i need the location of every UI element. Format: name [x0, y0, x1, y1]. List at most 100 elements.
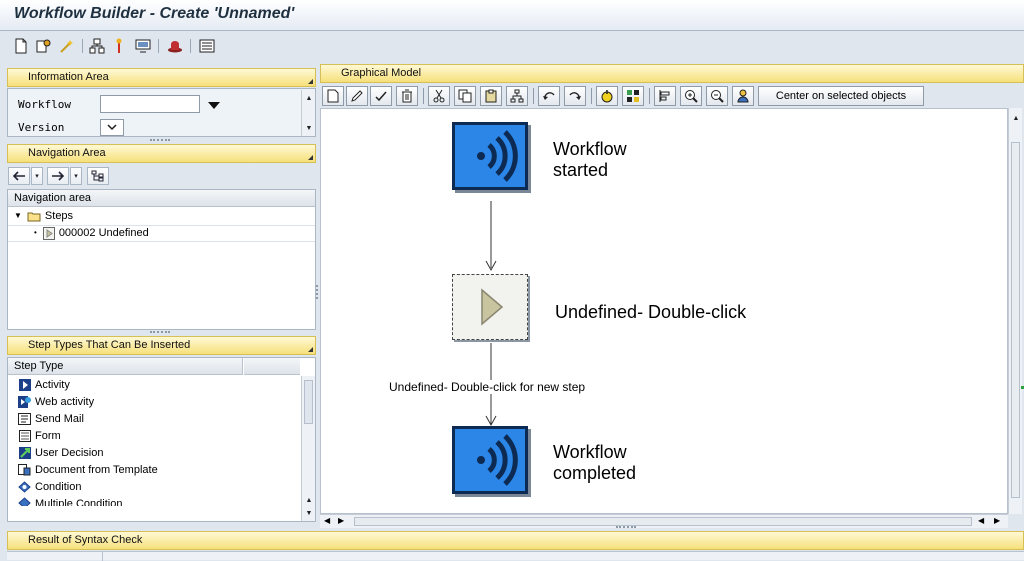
vertical-splitter-grip[interactable] [316, 285, 318, 299]
settings-icon[interactable] [34, 37, 52, 55]
layout-button[interactable] [622, 86, 644, 106]
step-type-label: Condition [35, 481, 82, 493]
information-area-panel: Workflow Version ▲ ▼ [7, 88, 316, 137]
version-select[interactable] [100, 119, 124, 136]
step-types-scrollbar[interactable]: ▲ ▼ [301, 376, 315, 521]
step-type-label: Multiple Condition [35, 498, 123, 506]
zoom-out-button[interactable] [706, 86, 728, 106]
forward-button[interactable] [47, 167, 69, 185]
navigation-area-header[interactable]: Navigation Area [7, 144, 316, 163]
step-type-web-activity[interactable]: Web activity [18, 394, 94, 410]
workflow-end-node[interactable] [452, 426, 528, 494]
title-bar: Workflow Builder - Create 'Unnamed' [0, 0, 1024, 31]
step-type-activity[interactable]: Activity [18, 377, 70, 393]
redo-button[interactable] [564, 86, 586, 106]
tree-label: Steps [44, 210, 74, 222]
scroll-thumb[interactable] [304, 380, 313, 424]
step-type-label: Send Mail [35, 413, 84, 425]
hierarchy-icon[interactable] [88, 37, 106, 55]
new-button[interactable] [322, 86, 344, 106]
workflow-dropdown-icon[interactable] [208, 102, 220, 109]
scroll-left-icon[interactable]: ◀ [324, 516, 330, 525]
signal-icon [477, 434, 518, 486]
condition-icon [18, 481, 31, 494]
node-label-line: started [553, 160, 609, 180]
blank-column-header [244, 358, 300, 375]
step-type-user-decision[interactable]: User Decision [18, 445, 103, 461]
step-types-header[interactable]: Step Types That Can Be Inserted [7, 336, 316, 355]
expand-icon[interactable]: ▼ [14, 208, 22, 224]
form-icon [18, 430, 31, 443]
structure-button[interactable] [87, 167, 109, 185]
step-type-multiple-condition[interactable]: Multiple Condition [18, 496, 122, 506]
overview-button[interactable] [732, 86, 754, 106]
tree-row-steps[interactable]: ▼ Steps [14, 208, 73, 224]
graphical-model-title: Graphical Model [341, 67, 422, 79]
paste-icon [485, 89, 497, 103]
scroll-thumb[interactable] [1011, 142, 1020, 498]
back-button[interactable] [8, 167, 30, 185]
redo-icon [569, 92, 581, 100]
person-icon [737, 89, 749, 103]
scroll-left-icon[interactable]: ◀ [978, 516, 984, 525]
scroll-up-icon[interactable]: ▲ [303, 494, 315, 506]
workflow-input[interactable] [100, 95, 200, 113]
copy-button[interactable] [454, 86, 476, 106]
back-dropdown[interactable]: ▾ [31, 167, 43, 185]
step-type-document-template[interactable]: Document from Template [18, 462, 158, 478]
delete-button[interactable] [396, 86, 418, 106]
zoom-in-button[interactable] [680, 86, 702, 106]
pencil-icon [351, 90, 363, 102]
canvas-horizontal-scrollbar[interactable]: ◀ ▶ ◀ ▶ [320, 514, 1008, 528]
activate-button[interactable] [596, 86, 618, 106]
list-icon[interactable] [198, 37, 216, 55]
version-label: Version [18, 121, 65, 134]
cut-button[interactable] [428, 86, 450, 106]
step-types-panel: Step Type Activity Web activity Send Mai… [7, 357, 316, 522]
monitor-icon[interactable] [134, 37, 152, 55]
information-area-scrollbar[interactable]: ▲ ▼ [301, 90, 315, 136]
activity-icon [18, 379, 31, 392]
zoom-out-icon [711, 90, 724, 103]
scroll-down-icon[interactable]: ▼ [303, 507, 315, 519]
paste-button[interactable] [480, 86, 502, 106]
hat-icon[interactable] [166, 37, 184, 55]
scroll-up-icon[interactable]: ▲ [1010, 112, 1022, 124]
arrow-right-icon [52, 171, 65, 181]
magic-wand-icon[interactable] [58, 37, 76, 55]
scroll-down-icon[interactable]: ▼ [303, 122, 315, 134]
step-type-form[interactable]: Form [18, 428, 61, 444]
folder-icon [27, 212, 41, 222]
scroll-up-icon[interactable]: ▲ [303, 92, 315, 104]
canvas-vertical-scrollbar[interactable]: ▲ [1008, 108, 1022, 514]
step-type-condition[interactable]: Condition [18, 479, 81, 495]
splitter-grip[interactable] [150, 139, 170, 143]
new-document-icon[interactable] [12, 37, 30, 55]
center-on-selected-button[interactable]: Center on selected objects [758, 86, 924, 106]
tree-label: 000002 Undefined [58, 227, 149, 239]
document-template-icon [18, 464, 31, 477]
check-button[interactable] [370, 86, 392, 106]
network-button[interactable] [506, 86, 528, 106]
syntax-check-header[interactable]: Result of Syntax Check [7, 531, 1024, 550]
undo-button[interactable] [538, 86, 560, 106]
edge-label[interactable]: Undefined- Double-click for new step [389, 380, 586, 394]
scroll-right-icon[interactable]: ▶ [338, 516, 344, 525]
web-activity-icon [18, 396, 31, 409]
information-area-header[interactable]: Information Area [7, 68, 316, 87]
align-button[interactable] [654, 86, 676, 106]
step-icon [42, 226, 55, 240]
workflow-start-node[interactable] [452, 122, 528, 190]
tree-row-step[interactable]: • 000002 Undefined [34, 225, 149, 241]
forward-dropdown[interactable]: ▾ [70, 167, 82, 185]
scroll-right-icon[interactable]: ▶ [994, 516, 1000, 525]
pin-icon[interactable] [110, 37, 128, 55]
undefined-node-label: Undefined- Double-click [555, 302, 746, 323]
node-label-line: Undefined- Double-click [555, 302, 747, 322]
scroll-thumb[interactable] [354, 517, 972, 526]
splitter-grip[interactable] [616, 526, 636, 530]
step-type-send-mail[interactable]: Send Mail [18, 411, 84, 427]
splitter-grip[interactable] [150, 331, 170, 335]
undefined-step-node[interactable] [452, 274, 528, 340]
edit-button[interactable] [346, 86, 368, 106]
